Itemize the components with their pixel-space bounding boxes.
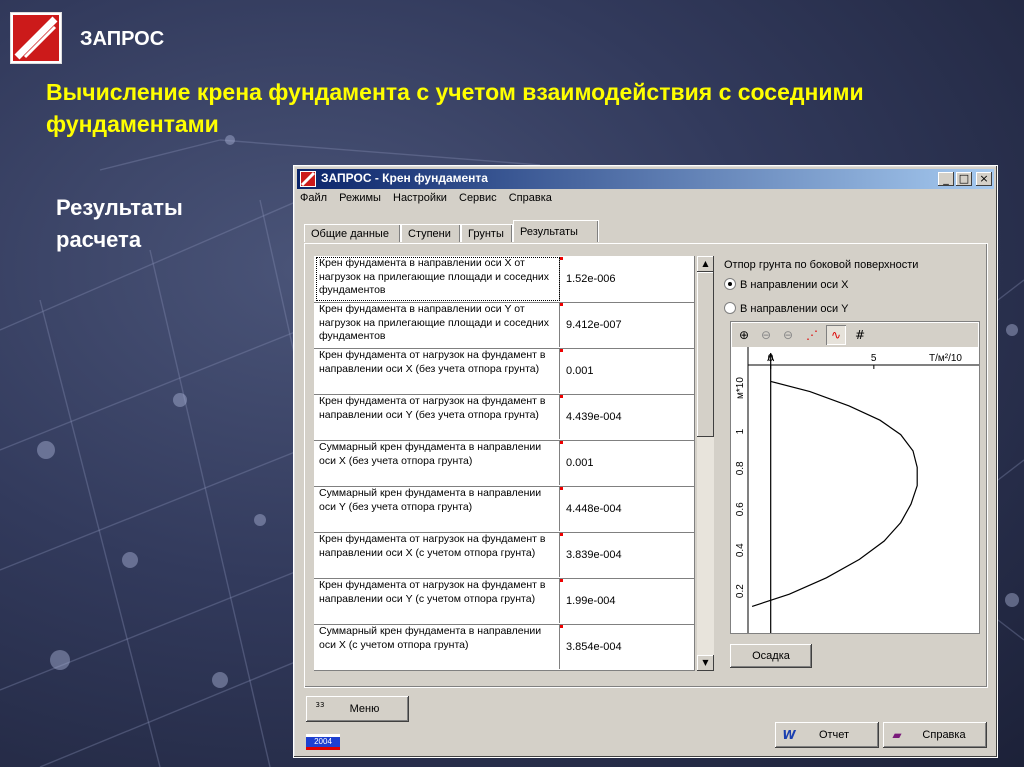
- result-label: Крен фундамента от нагрузок на фундамент…: [316, 349, 560, 393]
- window-titlebar[interactable]: ЗАПРОС - Крен фундамента _ □ ×: [297, 169, 994, 189]
- report-icon: W: [782, 728, 796, 742]
- menu-button[interactable]: 33 Меню: [306, 696, 409, 722]
- menu-modes[interactable]: Режимы: [339, 192, 381, 204]
- radio-dot-selected: [724, 278, 736, 290]
- menu-settings[interactable]: Настройки: [393, 192, 447, 204]
- menu-file[interactable]: Файл: [300, 192, 327, 204]
- y-tick-label: 0.2: [735, 584, 746, 598]
- help-button-label: Справка: [922, 729, 966, 741]
- tab-general-data[interactable]: Общие данные: [304, 224, 401, 242]
- result-label: Суммарный крен фундамента в направлении …: [316, 625, 560, 669]
- table-row[interactable]: Крен фундамента от нагрузок на фундамент…: [314, 394, 694, 441]
- window-app-icon: [300, 171, 316, 187]
- grid-icon[interactable]: #: [850, 325, 870, 345]
- result-value: 1.99e-004: [566, 595, 616, 607]
- chart-toolbar: ⊕ ⊖ ⊖ ⋰ ∿ #: [732, 323, 978, 347]
- scroll-thumb[interactable]: [697, 272, 714, 437]
- minimize-button[interactable]: _: [938, 172, 954, 186]
- help-button[interactable]: ▰ Справка: [883, 722, 987, 748]
- close-button[interactable]: ×: [976, 172, 992, 186]
- menu-help[interactable]: Справка: [509, 192, 552, 204]
- radio-axis-y-label: В направлении оси Y: [740, 303, 849, 315]
- zoom-reset-icon[interactable]: ⊖: [778, 325, 798, 345]
- results-scrollbar[interactable]: ▲ ▼: [697, 256, 714, 671]
- result-value: 1.52e-006: [566, 273, 616, 285]
- table-row[interactable]: Суммарный крен фундамента в направлении …: [314, 486, 694, 533]
- radio-axis-y[interactable]: В направлении оси Y: [724, 302, 848, 315]
- y-tick-label: 1: [735, 428, 746, 434]
- year-badge-text: 2004: [314, 737, 332, 746]
- changed-marker: [560, 349, 563, 352]
- app-window: ЗАПРОС - Крен фундамента _ □ × Файл Режи…: [293, 165, 998, 758]
- result-label: Крен фундамента в направлении оси X от н…: [316, 257, 560, 301]
- section-label: Результаты расчета: [56, 195, 183, 252]
- line-icon[interactable]: ∿: [826, 325, 846, 345]
- app-logo: [10, 12, 62, 64]
- y-tick-label: 0.4: [735, 543, 746, 557]
- y-tick-label: 0.6: [735, 502, 746, 516]
- radio-axis-x-label: В направлении оси X: [740, 279, 849, 291]
- result-value: 0.001: [566, 457, 594, 469]
- points-icon[interactable]: ⋰: [802, 325, 822, 345]
- results-table: Крен фундамента в направлении оси X от н…: [314, 256, 695, 671]
- menu-button-label: Меню: [349, 703, 380, 715]
- changed-marker: [560, 487, 563, 490]
- report-button[interactable]: W Отчет: [775, 722, 879, 748]
- result-value: 3.854e-004: [566, 641, 622, 653]
- result-label: Крен фундамента от нагрузок на фундамент…: [316, 579, 560, 623]
- table-row[interactable]: Суммарный крен фундамента в направлении …: [314, 624, 694, 671]
- menu-bar: Файл Режимы Настройки Сервис Справка: [300, 192, 561, 210]
- result-value: 4.448e-004: [566, 503, 622, 515]
- table-row[interactable]: Крен фундамента в направлении оси Y от н…: [314, 302, 694, 349]
- window-title: ЗАПРОС - Крен фундамента: [321, 171, 488, 185]
- table-row[interactable]: Крен фундамента в направлении оси X от н…: [314, 256, 694, 303]
- zoom-in-icon[interactable]: ⊕: [734, 325, 754, 345]
- tab-results[interactable]: Результаты: [513, 220, 599, 242]
- result-value: 4.439e-004: [566, 411, 622, 423]
- app-name: ЗАПРОС: [80, 28, 165, 50]
- report-button-label: Отчет: [818, 729, 850, 741]
- slide-title: Вычисление крена фундамента с учетом вза…: [46, 79, 864, 137]
- changed-marker: [560, 533, 563, 536]
- x-axis-unit: Т/м²/10: [929, 353, 962, 364]
- changed-marker: [560, 395, 563, 398]
- result-label: Суммарный крен фундамента в направлении …: [316, 487, 560, 531]
- changed-marker: [560, 625, 563, 628]
- changed-marker: [560, 441, 563, 444]
- result-label: Крен фундамента от нагрузок на фундамент…: [316, 395, 560, 439]
- soil-resistance-chart: Т/м²/10 м*10 0 50.20.40.60.81: [735, 347, 979, 633]
- result-label: Крен фундамента в направлении оси Y от н…: [316, 303, 560, 347]
- chart-panel: ⊕ ⊖ ⊖ ⋰ ∿ # Т/м²/10 м*10 0 5 0.2 0.4 0.6 0.8 1: [730, 321, 980, 634]
- radio-axis-x[interactable]: В направлении оси X: [724, 278, 848, 291]
- y-tick-label: 0.8: [735, 461, 746, 475]
- changed-marker: [560, 303, 563, 306]
- menu-service[interactable]: Сервис: [459, 192, 497, 204]
- settlement-button[interactable]: Осадка: [730, 644, 812, 668]
- table-row[interactable]: Суммарный крен фундамента в направлении …: [314, 440, 694, 487]
- result-value: 9.412e-007: [566, 319, 622, 331]
- result-value: 3.839e-004: [566, 549, 622, 561]
- table-row[interactable]: Крен фундамента от нагрузок на фундамент…: [314, 578, 694, 625]
- tab-steps[interactable]: Ступени: [401, 224, 461, 242]
- zoom-out-icon[interactable]: ⊖: [756, 325, 776, 345]
- tab-soils[interactable]: Грунты: [461, 224, 513, 242]
- changed-marker: [560, 579, 563, 582]
- changed-marker: [560, 257, 563, 260]
- x-tick-label: 5: [871, 353, 877, 364]
- year-badge: 2004: [306, 734, 340, 750]
- result-value: 0.001: [566, 365, 594, 377]
- table-row[interactable]: Крен фундамента от нагрузок на фундамент…: [314, 348, 694, 395]
- result-label: Суммарный крен фундамента в направлении …: [316, 441, 560, 485]
- book-icon: ▰: [892, 728, 902, 742]
- radio-dot: [724, 302, 736, 314]
- menu-icon: 33: [315, 701, 325, 709]
- scroll-up-button[interactable]: ▲: [697, 256, 714, 272]
- y-axis-unit: м*10: [735, 377, 746, 399]
- table-row[interactable]: Крен фундамента от нагрузок на фундамент…: [314, 532, 694, 579]
- series-line: [751, 380, 918, 607]
- result-label: Крен фундамента от нагрузок на фундамент…: [316, 533, 560, 577]
- maximize-button[interactable]: □: [956, 172, 972, 186]
- soil-resistance-title: Отпор грунта по боковой поверхности: [724, 259, 919, 271]
- scroll-down-button[interactable]: ▼: [697, 655, 714, 671]
